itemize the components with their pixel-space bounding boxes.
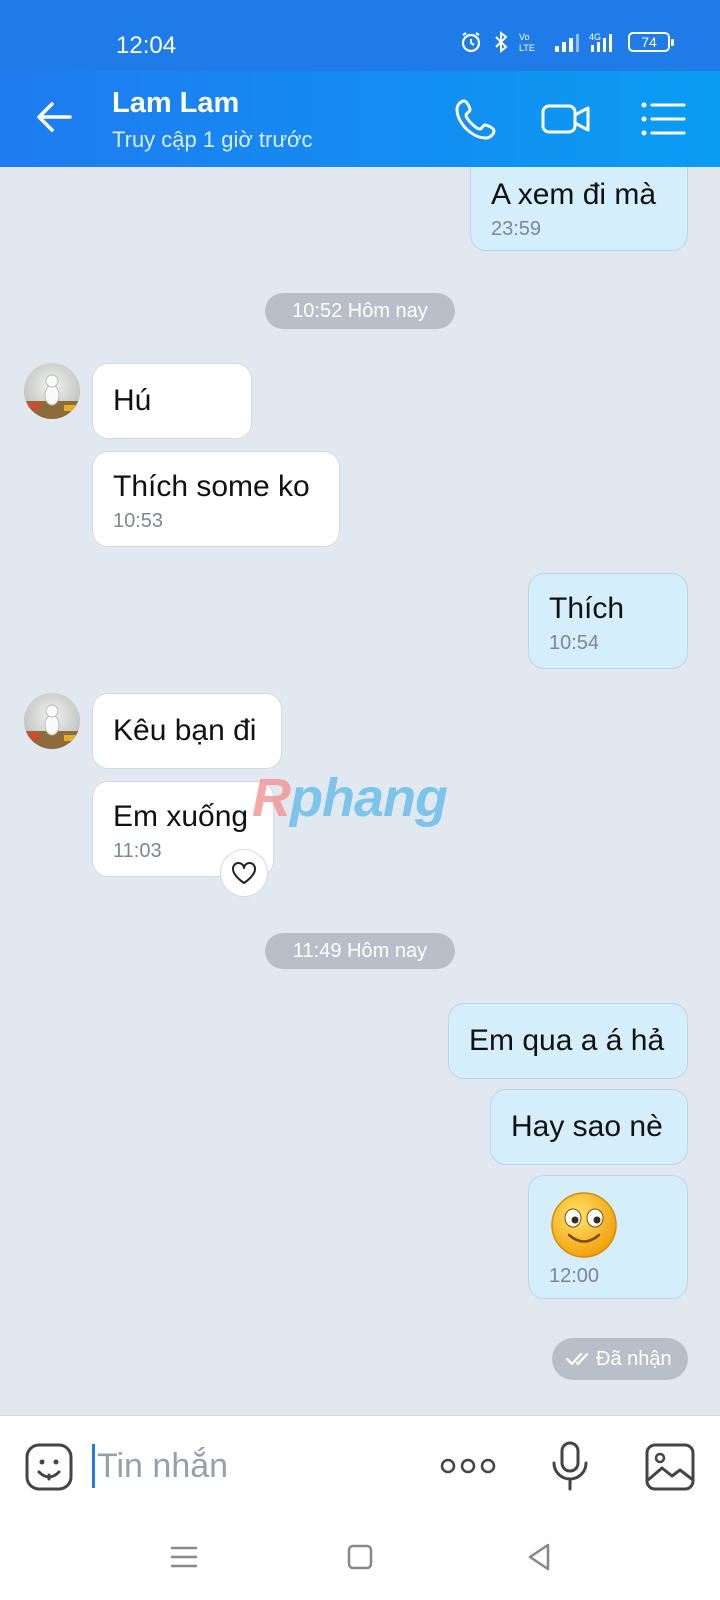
cat-photo-icon bbox=[24, 704, 80, 749]
system-navigation-bar bbox=[0, 1515, 720, 1600]
message-input-bar: Tin nhắn bbox=[0, 1415, 720, 1515]
delivery-status-badge: Đã nhận bbox=[552, 1338, 688, 1380]
message-text: Thích some ko bbox=[113, 470, 310, 503]
bluetooth-icon bbox=[495, 30, 508, 54]
message-bubble-outgoing[interactable]: Em qua a á hả bbox=[448, 1003, 688, 1079]
message-text: Hú bbox=[113, 384, 152, 417]
microphone-icon[interactable] bbox=[548, 1440, 592, 1492]
message-text: A xem đi mà bbox=[491, 178, 657, 211]
message-bubble-incoming[interactable]: Thích some ko 10:53 bbox=[92, 451, 340, 547]
message-text: Thích bbox=[549, 592, 625, 625]
cat-photo-icon bbox=[24, 374, 80, 419]
menu-list-icon[interactable] bbox=[636, 93, 688, 145]
message-input[interactable]: Tin nhắn bbox=[92, 1442, 412, 1490]
message-text: Kêu bạn đi bbox=[113, 714, 257, 747]
status-time: 12:04 bbox=[116, 32, 177, 59]
signal-icon bbox=[555, 34, 579, 52]
volte-icon: VoLTE bbox=[519, 32, 535, 53]
emoji-sticker-icon[interactable] bbox=[24, 1442, 74, 1492]
status-bar: 12:04 Vo LTE 4G 74 bbox=[0, 0, 720, 71]
signal-4g-icon: 4G bbox=[589, 32, 612, 52]
double-check-icon bbox=[565, 1352, 589, 1366]
date-separator: 11:49 Hôm nay bbox=[265, 933, 455, 969]
smiley-emoji-icon bbox=[551, 1192, 617, 1258]
message-time: 10:54 bbox=[549, 632, 600, 654]
alarm-icon bbox=[461, 32, 481, 53]
more-options-icon[interactable] bbox=[440, 1454, 496, 1478]
contact-name[interactable]: Lam Lam bbox=[112, 87, 239, 120]
phone-call-icon[interactable] bbox=[450, 93, 502, 145]
message-bubble-outgoing[interactable]: 12:00 bbox=[528, 1175, 688, 1299]
message-text: Em qua a á hả bbox=[469, 1024, 665, 1057]
svg-text:Vo: Vo bbox=[519, 32, 530, 42]
chat-header: Lam Lam Truy cập 1 giờ trước bbox=[0, 71, 720, 167]
status-icons: Vo LTE 4G 74 bbox=[459, 30, 674, 54]
svg-text:4G: 4G bbox=[589, 32, 601, 42]
text-cursor bbox=[92, 1444, 95, 1488]
heart-icon bbox=[232, 862, 256, 884]
message-text: Em xuống bbox=[113, 800, 249, 833]
react-heart-button[interactable] bbox=[220, 849, 268, 897]
video-call-icon[interactable] bbox=[540, 93, 592, 145]
message-text: Hay sao nè bbox=[511, 1110, 663, 1143]
image-gallery-icon[interactable] bbox=[644, 1442, 696, 1492]
home-icon[interactable] bbox=[340, 1537, 380, 1577]
message-bubble-outgoing[interactable]: A xem đi mà 23:59 bbox=[470, 167, 688, 251]
back-triangle-icon[interactable] bbox=[520, 1537, 560, 1577]
last-seen-status: Truy cập 1 giờ trước bbox=[112, 127, 313, 152]
message-bubble-outgoing[interactable]: Thích 10:54 bbox=[528, 573, 688, 669]
message-input-placeholder: Tin nhắn bbox=[97, 1446, 229, 1485]
chat-messages[interactable]: A xem đi mà 23:59 10:52 Hôm nay Hú Thích… bbox=[0, 167, 720, 1415]
watermark-logo: Rphang bbox=[252, 768, 448, 828]
message-time: 12:00 bbox=[549, 1265, 600, 1287]
battery-icon: 74 bbox=[628, 32, 674, 52]
message-time: 23:59 bbox=[491, 218, 542, 240]
date-separator: 10:52 Hôm nay bbox=[265, 293, 455, 329]
message-bubble-outgoing[interactable]: Hay sao nè bbox=[490, 1089, 688, 1165]
message-bubble-incoming[interactable]: Hú bbox=[92, 363, 252, 439]
svg-text:LTE: LTE bbox=[519, 43, 535, 53]
message-bubble-incoming[interactable]: Kêu bạn đi bbox=[92, 693, 282, 769]
message-time: 10:53 bbox=[113, 510, 164, 532]
contact-avatar[interactable] bbox=[24, 363, 80, 419]
contact-avatar[interactable] bbox=[24, 693, 80, 749]
back-arrow-icon[interactable] bbox=[32, 95, 76, 139]
recent-apps-icon[interactable] bbox=[164, 1537, 204, 1577]
